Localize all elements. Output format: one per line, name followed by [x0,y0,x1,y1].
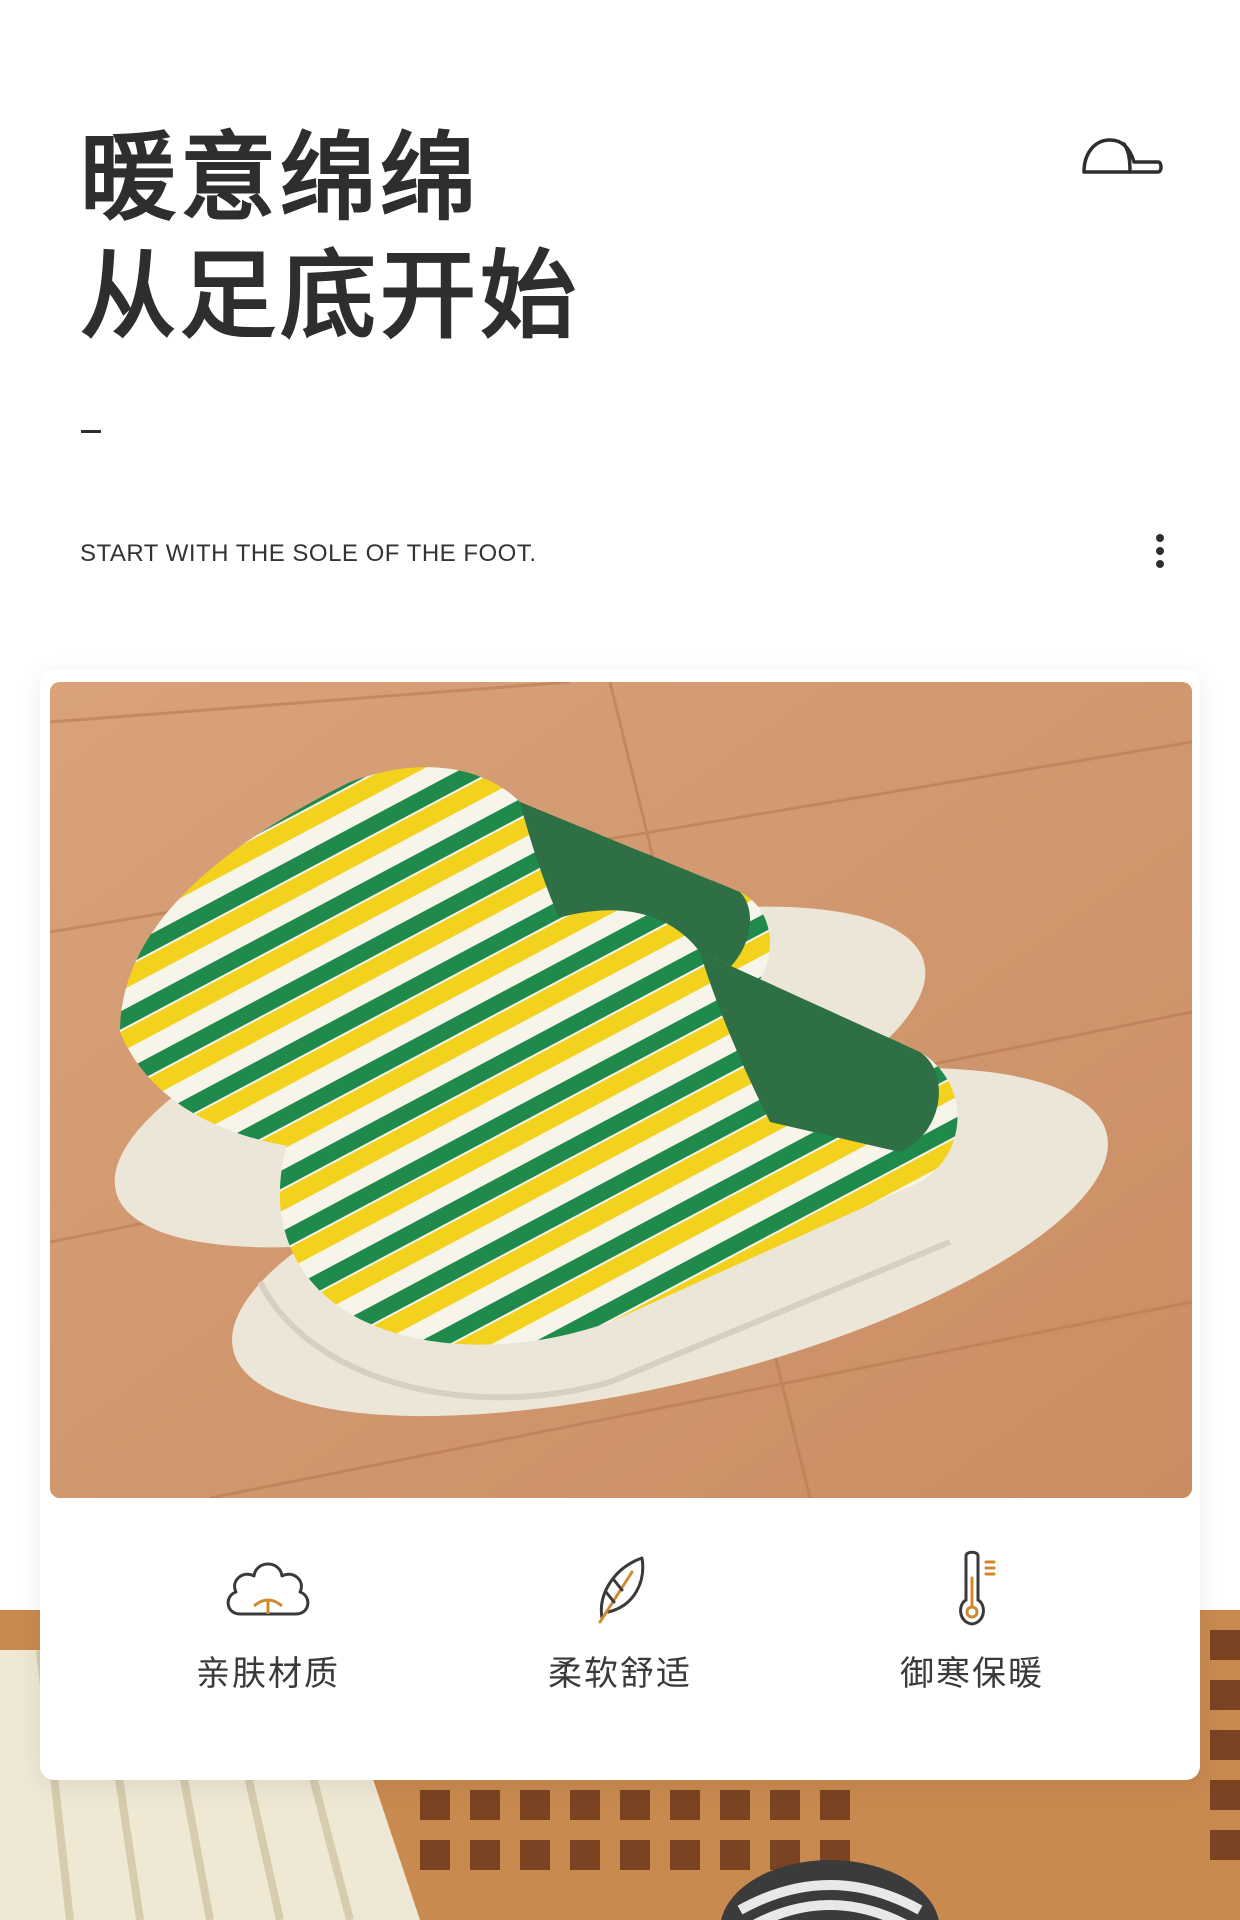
divider-dash [81,430,101,433]
product-photo [50,682,1192,1498]
leaf-icon [598,1556,645,1624]
cotton-icon [226,1562,310,1616]
feature-label: 亲肤材质 [196,1655,340,1693]
feature-label: 御寒保暖 [900,1655,1044,1693]
product-card: 亲肤材质 柔软舒适 御寒保暖 [40,670,1200,1780]
more-vertical-icon[interactable] [1148,530,1172,572]
feature-label: 柔软舒适 [548,1655,692,1693]
subtitle: START WITH THE SOLE OF THE FOOT. [80,540,537,567]
headline-line-2: 从足底开始 [80,243,580,350]
feature-item-cold-protection: 御寒保暖 [842,1548,1102,1695]
headline-line-1: 暖意绵绵 [80,125,480,232]
feature-item-skin-friendly: 亲肤材质 [138,1548,398,1695]
feature-item-soft-comfort: 柔软舒适 [490,1548,750,1695]
thermometer-icon [959,1550,996,1626]
cap-icon [1082,138,1163,174]
feature-list: 亲肤材质 柔软舒适 御寒保暖 [40,1548,1200,1718]
headline: 暖意绵绵 从足底开始 [80,120,580,356]
